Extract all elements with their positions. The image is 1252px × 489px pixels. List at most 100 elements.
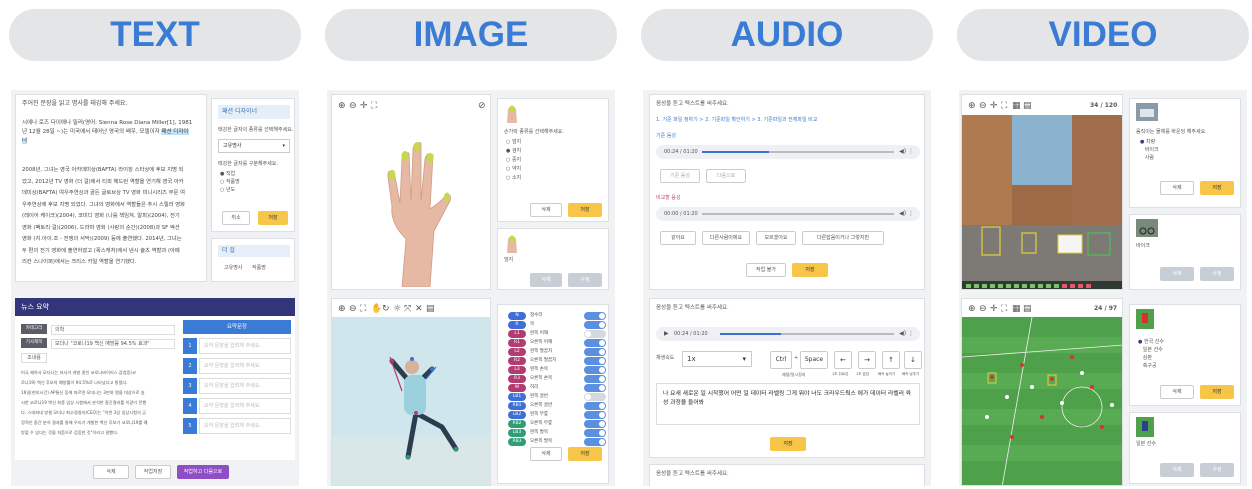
save-button[interactable]: 저장 [258,211,288,225]
transcript-textarea[interactable]: 나 요새 새로운 일 시작했어 어떤 일 데이터 라벨링 그게 뭐야 너도 크라… [656,383,920,425]
street-image [962,115,1122,289]
keypoint-toggle[interactable] [584,339,606,347]
keypoint-toggle[interactable] [584,411,606,419]
ctrl-key[interactable]: Ctrl [770,351,792,369]
keypoint-toggle[interactable] [584,321,606,329]
keypoint-toggle[interactable] [584,393,606,401]
text-panel: 주어진 문장을 읽고 명사를 태깅해 주세요. 시에나 로즈 다이애나 밀러(영… [11,90,299,486]
keypoint-toggle[interactable] [584,375,606,383]
keypoint-label: 오른쪽 팔꿈치 [530,358,557,363]
paragraph-2[interactable]: 2008년, 그녀는 영국 아카데미상(BAFTA) 라이징 스타상에 후보 지… [22,165,206,269]
delete-button[interactable]: 삭제 [530,203,562,217]
edit-button-disabled[interactable]: 수정 [1200,267,1234,281]
delete-button-disabled[interactable]: 삭제 [530,273,562,287]
headline-value[interactable]: 모더나 "코로나19 백신 예방률 94.5% 효과" [51,339,175,349]
keypoint-toggle[interactable] [584,384,606,392]
opt-korean[interactable]: ● 한국 선수 [1138,339,1164,346]
video-pill: VIDEO [957,9,1249,61]
delete-button[interactable]: 삭제 [1160,385,1194,399]
noise-button[interactable]: 다른잡음이거나 그렇지만 [802,231,884,245]
type-select[interactable]: 고유명사 ▾ [218,139,290,153]
speed-up-key[interactable]: ↑ [882,351,900,369]
save-button[interactable]: 저장 [568,203,602,217]
opt-car[interactable]: ● 차량 [1140,139,1155,146]
finger-option-pinky[interactable]: ○ 소지 [506,175,521,182]
soccer-canvas[interactable]: ⊕ ⊖ ✛ ⛶ ▦ ▤ 24 / 97 [961,298,1123,486]
same-button[interactable]: 같아요 [660,231,696,245]
keypoint-toggle[interactable] [584,357,606,365]
keypoint-toggle[interactable] [584,402,606,410]
keypoint-toggle[interactable] [584,438,606,446]
finger-option-ring[interactable]: ○ 약지 [506,166,521,173]
ref-button[interactable]: 기준 음성 [660,169,700,183]
delete-button[interactable]: 삭제 [1160,181,1194,195]
opt-bike[interactable]: 바이크 [1140,147,1159,154]
speed-select[interactable]: 1x ▾ [682,351,752,367]
keypoint-label: 왼쪽 골반 [530,394,548,399]
delete-button[interactable]: 삭제 [93,465,129,479]
car-thumb-image [1136,103,1158,121]
option-job[interactable]: ● 직업 [220,171,235,178]
finger-option-middle[interactable]: ○ 중지 [506,157,521,164]
keypoint-toggle[interactable] [584,366,606,374]
different-button[interactable]: 다른사람이에요 [702,231,750,245]
option-work[interactable]: ○ 작품명 [220,179,240,186]
delete-button-disabled[interactable]: 삭제 [1160,267,1194,281]
opt-ball[interactable]: 축구공 [1138,363,1157,370]
summary-input-4[interactable]: 요약 문장을 입력해 주세요. [199,398,291,414]
skip-button[interactable]: 작업 불가 [746,263,786,277]
keypoint-toggle[interactable] [584,312,606,320]
save-work-button[interactable]: 작업저장 [135,465,171,479]
option-year[interactable]: ○ 년도 [220,187,235,194]
keypoint-label: 허리 [530,385,539,390]
edit-button-disabled[interactable]: 수정 [568,273,602,287]
unknown-button[interactable]: 모르겠어요 [756,231,796,245]
space-key[interactable]: Space [800,351,828,369]
save-button[interactable]: 저장 [792,263,828,277]
save-button[interactable]: 저장 [1200,181,1234,195]
save-button[interactable]: 저장 [770,437,806,451]
tagged-span: 패션 디자이 [161,129,189,135]
summary-input-5[interactable]: 요약 문장을 입력해 주세요. [199,418,291,434]
save-button[interactable]: 저장 [1200,385,1234,399]
keypoint-toggle[interactable] [584,429,606,437]
cmp-audio-player[interactable]: 00:00 / 01:20 ◀) ⋮ [656,207,920,221]
save-button[interactable]: 저장 [568,447,602,461]
summary-input-2[interactable]: 요약 문장을 입력해 주세요. [199,358,291,374]
delete-button[interactable]: 삭제 [530,447,562,461]
headline-label: 기사제목 [21,338,47,348]
finger-option-thumb[interactable]: ○ 엄지 [506,139,521,146]
opt-japanese[interactable]: 일본 선수 [1138,347,1163,354]
keypoint-code: L2 [508,348,526,356]
ref-audio-player[interactable]: 00:24 / 01:20 ◀) ⋮ [656,145,920,159]
text-card: 주어진 문장을 읽고 명사를 태깅해 주세요. 시에나 로즈 다이애나 밀러(영… [15,94,207,282]
finger-option-index[interactable]: ● 검지 [506,148,521,155]
hide-icon: ⊘ [478,101,486,111]
next-button[interactable]: 다음으로 [706,169,746,183]
summary-input-3[interactable]: 요약 문장을 입력해 주세요. [199,378,291,394]
opt-person[interactable]: 사람 [1140,155,1154,162]
opt-referee[interactable]: 심판 [1138,355,1152,362]
keypoint-toggle[interactable] [584,420,606,428]
bike-thumb-image [1136,219,1158,237]
edit-button-disabled[interactable]: 수정 [1200,463,1234,477]
hand-canvas[interactable]: ⊕ ⊖ ✛ ⛶ ⊘ [331,94,491,290]
audio-question-3: 음성을 듣고 텍스트를 써주세요. [656,471,729,477]
keypoint-toggle[interactable] [584,330,606,338]
keypoint-toggle[interactable] [584,348,606,356]
summary-input-1[interactable]: 요약 문장을 입력해 주세요. [199,338,291,354]
news-body: 미국 제약사 모더나는 자사가 개발 중인 코로나바이러스 감염증(코 로나19)… [21,370,148,435]
speed-down-key[interactable]: ↓ [904,351,922,369]
paragraph-1[interactable]: 시에나 로즈 다이애나 밀러(영어: Sienna Rose Diana Mil… [22,119,206,146]
category-value[interactable]: 의학 [51,325,175,335]
pose-canvas[interactable]: ⊕ ⊖ ⛶ ✋ ↻ ☼ ⤧ ✕ ▤ [331,298,491,486]
back-key[interactable]: ← [834,351,852,369]
next-button[interactable]: 작업하고 다음으로 [177,465,229,479]
delete-button-disabled[interactable]: 삭제 [1160,463,1194,477]
cancel-button[interactable]: 취소 [222,211,250,225]
zoom-in-icon: ⊕ [968,101,976,111]
keypoint-label: 목 [530,322,535,327]
forward-key[interactable]: → [858,351,876,369]
transcribe-audio-player[interactable]: ▶ 00:24 / 01:20 ◀) ⋮ [656,327,920,341]
street-canvas[interactable]: ⊕ ⊖ ✛ ⛶ ▦ ▤ 34 / 120 [961,94,1123,290]
